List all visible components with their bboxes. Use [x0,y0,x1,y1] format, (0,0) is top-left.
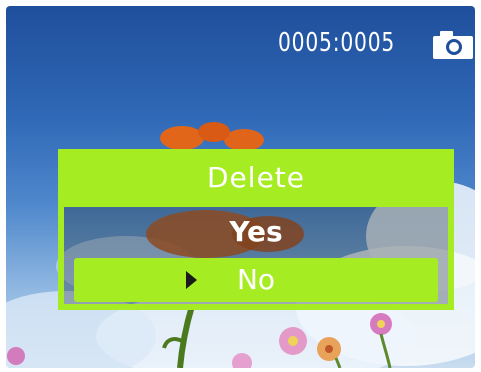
camera-icon [433,31,473,59]
dialog-title: Delete [207,161,305,194]
camera-preview-screen: 0005:0005 Delete Yes No [6,6,475,368]
option-no-label: No [236,263,276,296]
option-yes[interactable]: Yes [64,211,448,253]
dialog-header: Delete [64,155,448,207]
option-no[interactable]: No [74,258,438,302]
delete-dialog: Delete Yes No [58,149,454,310]
image-counter: 0005:0005 [278,28,396,58]
